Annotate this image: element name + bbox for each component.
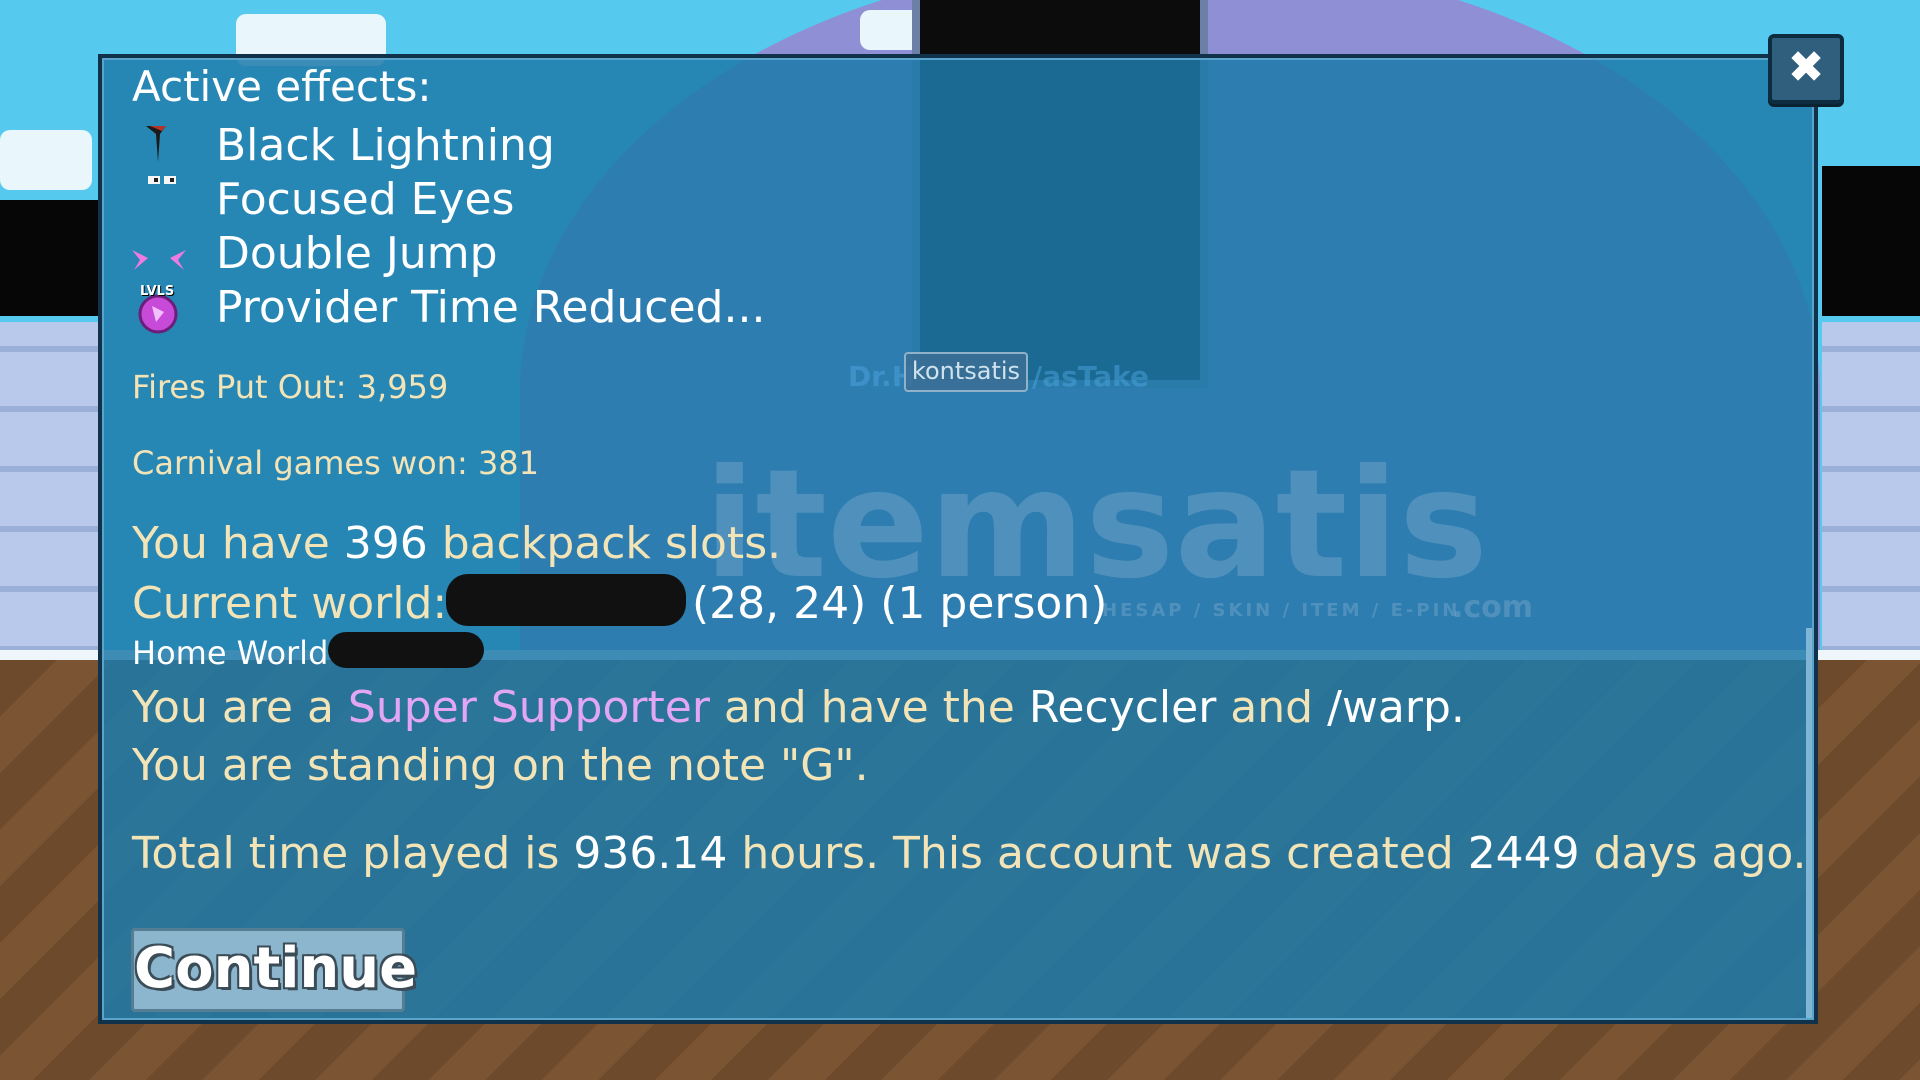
close-button[interactable]: ✖: [1768, 34, 1844, 104]
current-world-label: Current world:: [132, 578, 448, 629]
player-nametag: kontsatis: [904, 352, 1028, 392]
panel-scrollbar[interactable]: [1806, 628, 1812, 1018]
redacted-home-world: [328, 632, 484, 668]
warp-command: /warp.: [1327, 682, 1465, 733]
black-lightning-icon: [146, 126, 166, 162]
supporter-rank: Super Supporter: [347, 682, 710, 733]
black-block: [1822, 166, 1920, 316]
account-age-days: 2449: [1467, 828, 1580, 879]
supporter-status: You are a Super Supporter and have the R…: [132, 682, 1465, 733]
recycler-text: Recycler: [1028, 682, 1217, 733]
watermark-tagline: HESAP / SKIN / ITEM / E-PIN: [1102, 600, 1461, 621]
hours-played: 936.14: [573, 828, 728, 879]
effect-label: Provider Time Reduced...: [216, 282, 766, 333]
redacted-world-name: [446, 574, 686, 626]
cloud: [0, 130, 92, 190]
continue-button[interactable]: Continue: [131, 928, 417, 1012]
backpack-slots: You have 396 backpack slots.: [132, 518, 782, 569]
current-world-coords: (28, 24) (1 person): [692, 578, 1108, 629]
home-world-label: Home World: [132, 634, 329, 672]
other-player-name-right: /asTake: [1032, 360, 1150, 393]
carnival-games-won: Carnival games won: 381: [132, 444, 540, 482]
effect-label: Double Jump: [216, 228, 498, 279]
watermark-suffix: .com: [1452, 590, 1534, 625]
lvls-badge-icon: LVLS: [134, 284, 182, 334]
focused-eyes-icon: [148, 176, 176, 184]
backpack-slot-count: 396: [343, 518, 428, 569]
scaffold: [0, 322, 100, 652]
effect-label: Black Lightning: [216, 120, 555, 171]
standing-note: You are standing on the note "G".: [132, 740, 869, 791]
scaffold: [1822, 322, 1920, 652]
effect-label: Focused Eyes: [216, 174, 515, 225]
fires-put-out: Fires Put Out: 3,959: [132, 368, 449, 406]
black-block: [0, 200, 100, 316]
double-jump-icon: [132, 250, 186, 270]
lvls-badge-text: LVLS: [140, 284, 175, 299]
time-played: Total time played is 936.14 hours. This …: [132, 828, 1807, 879]
active-effects-heading: Active effects:: [132, 62, 432, 111]
